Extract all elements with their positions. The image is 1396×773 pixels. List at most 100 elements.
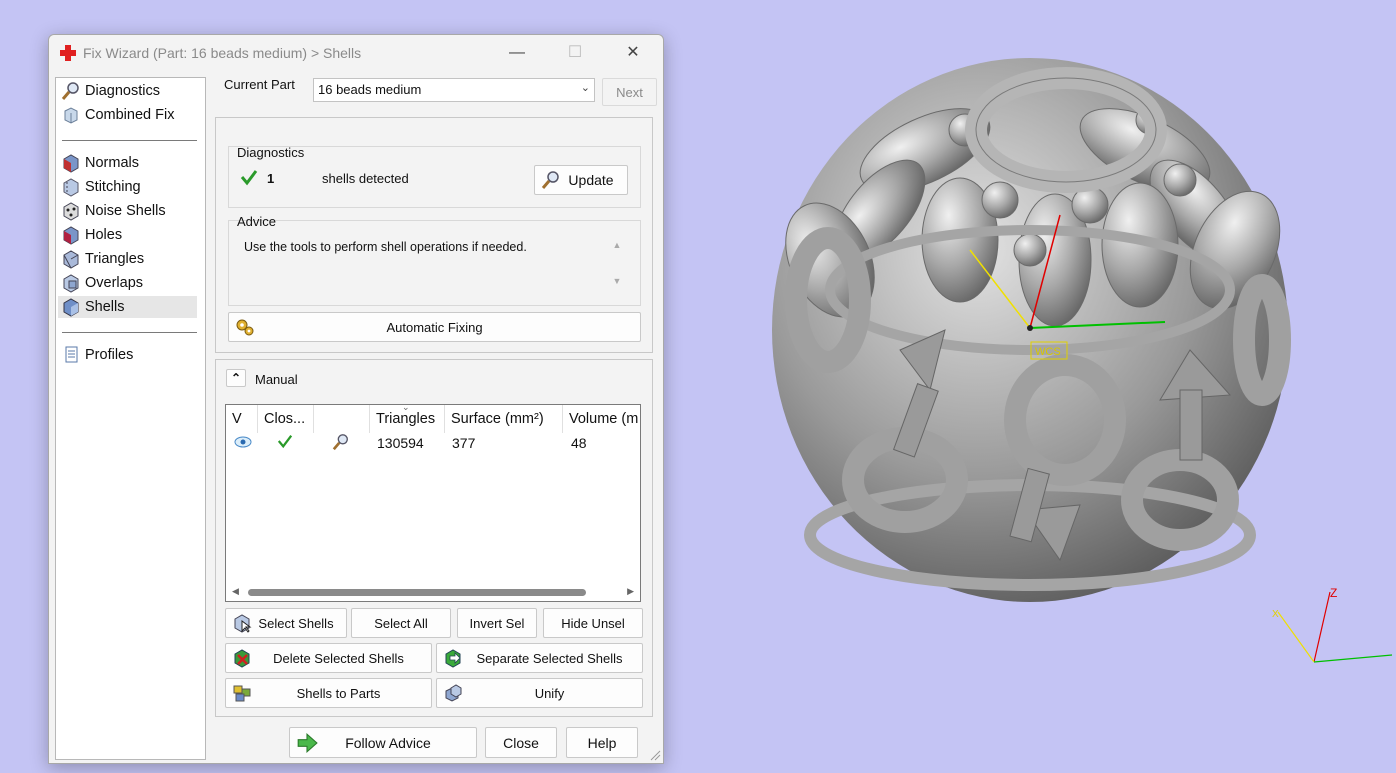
column-header-closed[interactable]: Clos... bbox=[258, 405, 314, 433]
advice-group bbox=[228, 220, 641, 306]
cell-volume: 48 bbox=[571, 435, 587, 451]
current-part-value: 16 beads medium bbox=[318, 82, 422, 97]
scrollbar-thumb[interactable] bbox=[248, 589, 586, 596]
sidebar-item-label: Diagnostics bbox=[85, 83, 160, 99]
fix-wizard-window: Fix Wizard (Part: 16 beads medium) > She… bbox=[48, 34, 664, 764]
update-label: Update bbox=[568, 172, 614, 188]
checkmark-icon bbox=[240, 170, 258, 186]
magnifier-icon bbox=[61, 82, 79, 100]
sidebar-item-noise-shells[interactable]: Noise Shells bbox=[58, 200, 197, 222]
separate-selected-shells-label: Separate Selected Shells bbox=[476, 650, 623, 666]
cell-triangles: 130594 bbox=[377, 435, 424, 451]
delete-shell-icon bbox=[234, 649, 250, 668]
noise-shells-icon bbox=[63, 202, 79, 221]
automatic-fixing-label: Automatic Fixing bbox=[386, 319, 483, 335]
advice-scrollbar[interactable]: ▲ ▼ bbox=[610, 240, 624, 292]
document-icon bbox=[65, 346, 78, 363]
green-arrow-icon bbox=[297, 732, 318, 753]
minimize-button[interactable]: — bbox=[495, 41, 539, 65]
diagnostics-group-label: Diagnostics bbox=[237, 145, 305, 160]
scroll-left-icon[interactable]: ◀ bbox=[232, 586, 239, 597]
shells-detected-text: shells detected bbox=[322, 171, 409, 186]
next-button[interactable]: Next bbox=[602, 78, 657, 106]
corner-axis-z-label: Z bbox=[1330, 586, 1337, 600]
scroll-right-icon[interactable]: ▶ bbox=[627, 586, 634, 597]
sidebar-divider bbox=[62, 332, 197, 333]
column-header-inspect[interactable] bbox=[314, 405, 370, 433]
column-header-visible[interactable]: V bbox=[226, 405, 258, 433]
magnifier-icon bbox=[541, 171, 559, 189]
column-header-surface[interactable]: Surface (mm²) bbox=[445, 405, 563, 433]
corner-axis-x-label: X bbox=[1272, 609, 1279, 620]
sidebar-item-label: Noise Shells bbox=[85, 203, 166, 219]
sidebar-item-label: Normals bbox=[85, 155, 139, 171]
sidebar-item-overlaps[interactable]: Overlaps bbox=[58, 272, 197, 294]
sidebar-item-label: Combined Fix bbox=[85, 107, 175, 123]
sidebar-item-profiles[interactable]: Profiles bbox=[58, 344, 197, 366]
update-button[interactable]: Update bbox=[534, 165, 628, 195]
shells-to-parts-button[interactable]: Shells to Parts bbox=[225, 678, 432, 708]
sidebar-item-label: Profiles bbox=[85, 347, 134, 363]
eye-icon[interactable] bbox=[234, 435, 252, 449]
unify-label: Unify bbox=[534, 685, 565, 701]
red-cross-icon bbox=[60, 45, 76, 61]
sidebar-item-shells[interactable]: Shells bbox=[58, 296, 197, 318]
sidebar-item-holes[interactable]: Holes bbox=[58, 224, 197, 246]
normals-cube-icon bbox=[63, 154, 79, 173]
sidebar-item-label: Triangles bbox=[85, 251, 145, 267]
scroll-down-icon[interactable]: ▼ bbox=[610, 276, 624, 286]
help-button[interactable]: Help bbox=[566, 727, 638, 758]
select-shells-button[interactable]: Select Shells bbox=[225, 608, 347, 638]
manual-label: Manual bbox=[255, 372, 298, 387]
delete-selected-shells-label: Delete Selected Shells bbox=[273, 650, 404, 666]
combined-fix-icon bbox=[64, 107, 78, 124]
stitching-cube-icon bbox=[63, 178, 79, 197]
unify-button[interactable]: Unify bbox=[436, 678, 643, 708]
sidebar-item-diagnostics[interactable]: Diagnostics bbox=[58, 80, 197, 102]
holes-cube-icon bbox=[63, 226, 79, 245]
triangles-cube-icon bbox=[63, 250, 79, 269]
sidebar-item-stitching[interactable]: Stitching bbox=[58, 176, 197, 198]
table-horizontal-scrollbar[interactable]: ◀ ▶ bbox=[228, 585, 638, 599]
gears-icon bbox=[236, 319, 254, 336]
unify-icon bbox=[445, 684, 462, 702]
collapse-manual-button[interactable]: ⌃ bbox=[226, 369, 246, 387]
sidebar-item-label: Holes bbox=[85, 227, 123, 243]
cell-surface: 377 bbox=[452, 435, 476, 451]
scroll-up-icon[interactable]: ▲ bbox=[610, 240, 624, 250]
follow-advice-label: Follow Advice bbox=[345, 734, 431, 751]
maximize-button[interactable]: ☐ bbox=[553, 41, 597, 65]
invert-selection-button[interactable]: Invert Sel bbox=[457, 608, 537, 638]
sidebar-item-combined-fix[interactable]: Combined Fix bbox=[58, 104, 197, 126]
column-header-volume[interactable]: Volume (m bbox=[563, 405, 640, 433]
automatic-fixing-button[interactable]: Automatic Fixing bbox=[228, 312, 641, 342]
current-part-select[interactable]: 16 beads medium ⌄ bbox=[313, 78, 595, 102]
select-all-button[interactable]: Select All bbox=[351, 608, 451, 638]
wcs-label: WCS bbox=[1035, 346, 1061, 358]
checkmark-icon bbox=[277, 435, 293, 449]
shells-to-parts-label: Shells to Parts bbox=[296, 685, 381, 701]
resize-grip-icon[interactable] bbox=[647, 747, 661, 761]
diagnostics-panel: Diagnostics 1 shells detected Update Adv… bbox=[215, 117, 653, 353]
overlaps-cube-icon bbox=[63, 274, 79, 293]
close-button[interactable]: Close bbox=[485, 727, 557, 758]
delete-selected-shells-button[interactable]: Delete Selected Shells bbox=[225, 643, 432, 673]
sort-indicator-icon: ⌄ bbox=[402, 404, 410, 412]
sidebar: Diagnostics Combined Fix Normals Stitchi… bbox=[55, 77, 206, 760]
advice-group-label: Advice bbox=[237, 214, 277, 229]
follow-advice-button[interactable]: Follow Advice bbox=[289, 727, 477, 758]
current-part-label: Current Part bbox=[224, 77, 295, 92]
title-bar[interactable]: Fix Wizard (Part: 16 beads medium) > She… bbox=[49, 35, 663, 71]
close-window-button[interactable]: ✕ bbox=[611, 41, 655, 65]
window-title: Fix Wizard (Part: 16 beads medium) > She… bbox=[83, 45, 362, 61]
separate-selected-shells-button[interactable]: Separate Selected Shells bbox=[436, 643, 643, 673]
shells-to-parts-icon bbox=[233, 685, 251, 702]
separate-shell-icon bbox=[445, 649, 461, 668]
sidebar-item-triangles[interactable]: Triangles bbox=[58, 248, 197, 270]
shells-table[interactable]: V Clos... Triangles ⌄ Surface (mm²) Volu… bbox=[225, 404, 641, 602]
magnifier-icon[interactable] bbox=[332, 433, 350, 451]
sidebar-item-normals[interactable]: Normals bbox=[58, 152, 197, 174]
hide-unselected-button[interactable]: Hide Unsel bbox=[543, 608, 643, 638]
advice-text: Use the tools to perform shell operation… bbox=[244, 240, 527, 254]
sidebar-item-label: Shells bbox=[85, 299, 125, 315]
